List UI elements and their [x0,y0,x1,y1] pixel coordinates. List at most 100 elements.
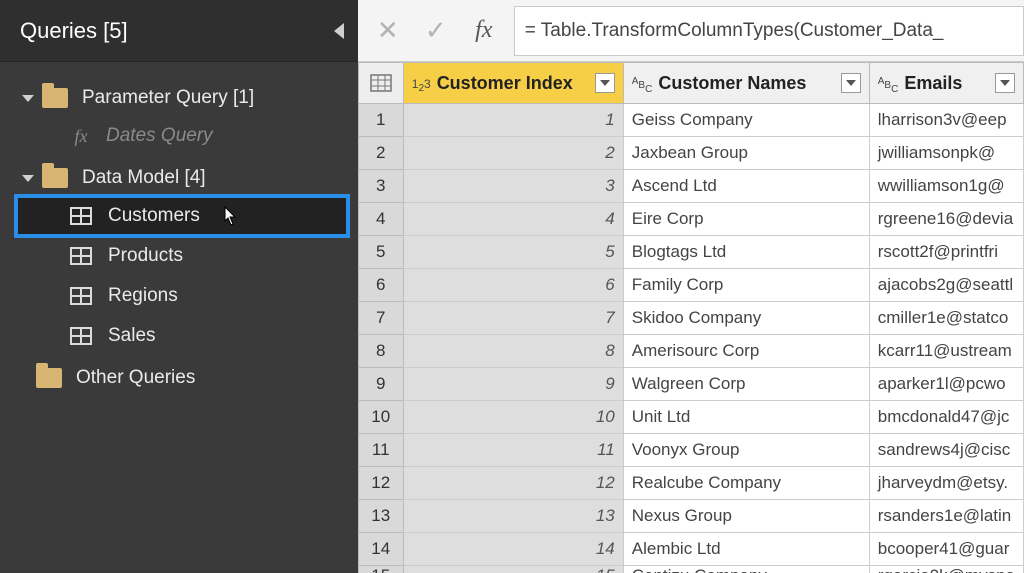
cell-customer-index[interactable]: 3 [404,170,624,203]
table-row[interactable]: 99Walgreen Corpaparker1l@pcwo [358,368,1024,401]
cell-customer-index[interactable]: 12 [404,467,624,500]
row-number[interactable]: 14 [358,533,404,566]
cell-customer-index[interactable]: 8 [404,335,624,368]
cell-email[interactable]: bmcdonald47@jc [870,401,1024,434]
row-number[interactable]: 7 [358,302,404,335]
cell-email[interactable]: aparker1l@pcwo [870,368,1024,401]
row-number[interactable]: 10 [358,401,404,434]
column-header-emails[interactable]: ABCEmails [870,62,1024,104]
row-number[interactable]: 6 [358,269,404,302]
group-row[interactable]: Data Model [4] [22,160,358,196]
query-item-dates-query[interactable]: fxDates Query [62,116,358,156]
cell-email[interactable]: rsanders1e@latin [870,500,1024,533]
table-row[interactable]: 77Skidoo Companycmiller1e@statco [358,302,1024,335]
cell-customer-name[interactable]: Ascend Ltd [624,170,870,203]
table-row[interactable]: 11Geiss Companylharrison3v@eep [358,104,1024,137]
cell-customer-index[interactable]: 10 [404,401,624,434]
expand-icon[interactable] [22,95,34,102]
cell-customer-index[interactable]: 14 [404,533,624,566]
group-row[interactable]: Parameter Query [1] [22,80,358,116]
cell-customer-index[interactable]: 5 [404,236,624,269]
table-row[interactable]: 66Family Corpajacobs2g@seattl [358,269,1024,302]
commit-formula-button[interactable] [412,6,460,56]
cell-email[interactable]: rgreene16@devia [870,203,1024,236]
row-number[interactable]: 13 [358,500,404,533]
grid-body[interactable]: 11Geiss Companylharrison3v@eep22Jaxbean … [358,104,1024,573]
query-item-regions[interactable]: Regions [62,276,358,316]
expand-icon[interactable] [22,175,34,182]
query-item-customers[interactable]: Customers [16,196,348,236]
cell-email[interactable]: sandrews4j@cisc [870,434,1024,467]
cell-email[interactable]: jwilliamsonpk@ [870,137,1024,170]
row-number[interactable]: 11 [358,434,404,467]
cell-customer-name[interactable]: Alembic Ltd [624,533,870,566]
table-icon [70,287,92,305]
cell-customer-index[interactable]: 2 [404,137,624,170]
table-row[interactable]: 1515Centizu Companyrgarcia9k@myspa [358,566,1024,573]
row-number[interactable]: 8 [358,335,404,368]
cell-customer-index[interactable]: 1 [404,104,624,137]
table-row[interactable]: 1212Realcube Companyjharveydm@etsy. [358,467,1024,500]
row-number[interactable]: 2 [358,137,404,170]
table-row[interactable]: 1414Alembic Ltdbcooper41@guar [358,533,1024,566]
table-row[interactable]: 1111Voonyx Groupsandrews4j@cisc [358,434,1024,467]
row-number[interactable]: 12 [358,467,404,500]
row-number[interactable]: 3 [358,170,404,203]
cell-email[interactable]: rscott2f@printfri [870,236,1024,269]
column-header-customer-names[interactable]: ABCCustomer Names [624,62,870,104]
group-label: Data Model [4] [82,167,206,189]
select-all-corner[interactable] [358,62,404,104]
collapse-sidebar-icon[interactable] [334,23,344,39]
cell-customer-index[interactable]: 11 [404,434,624,467]
filter-dropdown-icon[interactable] [995,73,1015,93]
table-row[interactable]: 1010Unit Ltdbmcdonald47@jc [358,401,1024,434]
table-row[interactable]: 88Amerisourc Corpkcarr11@ustream [358,335,1024,368]
cell-customer-name[interactable]: Geiss Company [624,104,870,137]
table-row[interactable]: 44Eire Corprgreene16@devia [358,203,1024,236]
group-row[interactable]: Other Queries [22,360,358,396]
cell-customer-index[interactable]: 4 [404,203,624,236]
cell-customer-name[interactable]: Amerisourc Corp [624,335,870,368]
row-number[interactable]: 5 [358,236,404,269]
cell-customer-name[interactable]: Unit Ltd [624,401,870,434]
filter-dropdown-icon[interactable] [595,73,615,93]
row-number[interactable]: 4 [358,203,404,236]
row-number[interactable]: 1 [358,104,404,137]
row-number[interactable]: 15 [358,566,404,573]
cell-email[interactable]: kcarr11@ustream [870,335,1024,368]
formula-input[interactable]: = Table.TransformColumnTypes(Customer_Da… [514,6,1024,56]
query-item-products[interactable]: Products [62,236,358,276]
filter-dropdown-icon[interactable] [841,73,861,93]
cell-customer-index[interactable]: 9 [404,368,624,401]
cell-customer-index[interactable]: 7 [404,302,624,335]
cell-email[interactable]: wwilliamson1g@ [870,170,1024,203]
table-row[interactable]: 22Jaxbean Groupjwilliamsonpk@ [358,137,1024,170]
cell-customer-name[interactable]: Skidoo Company [624,302,870,335]
query-item-sales[interactable]: Sales [62,316,358,356]
cell-customer-index[interactable]: 13 [404,500,624,533]
cell-customer-name[interactable]: Jaxbean Group [624,137,870,170]
cell-email[interactable]: lharrison3v@eep [870,104,1024,137]
cell-customer-name[interactable]: Blogtags Ltd [624,236,870,269]
cell-email[interactable]: ajacobs2g@seattl [870,269,1024,302]
cell-customer-name[interactable]: Realcube Company [624,467,870,500]
cell-customer-name[interactable]: Family Corp [624,269,870,302]
cell-customer-name[interactable]: Walgreen Corp [624,368,870,401]
cell-customer-index[interactable]: 6 [404,269,624,302]
cell-customer-name[interactable]: Voonyx Group [624,434,870,467]
row-number[interactable]: 9 [358,368,404,401]
table-row[interactable]: 55Blogtags Ltdrscott2f@printfri [358,236,1024,269]
cell-email[interactable]: jharveydm@etsy. [870,467,1024,500]
cell-customer-name[interactable]: Nexus Group [624,500,870,533]
cell-email[interactable]: rgarcia9k@myspa [870,566,1024,573]
table-row[interactable]: 1313Nexus Grouprsanders1e@latin [358,500,1024,533]
cell-email[interactable]: cmiller1e@statco [870,302,1024,335]
cell-customer-name[interactable]: Eire Corp [624,203,870,236]
column-header-customer-index[interactable]: 123Customer Index [404,62,624,104]
fx-icon[interactable]: fx [460,6,508,56]
cell-customer-name[interactable]: Centizu Company [624,566,870,573]
cell-customer-index[interactable]: 15 [404,566,624,573]
cancel-formula-button[interactable] [364,6,412,56]
table-row[interactable]: 33Ascend Ltdwwilliamson1g@ [358,170,1024,203]
cell-email[interactable]: bcooper41@guar [870,533,1024,566]
